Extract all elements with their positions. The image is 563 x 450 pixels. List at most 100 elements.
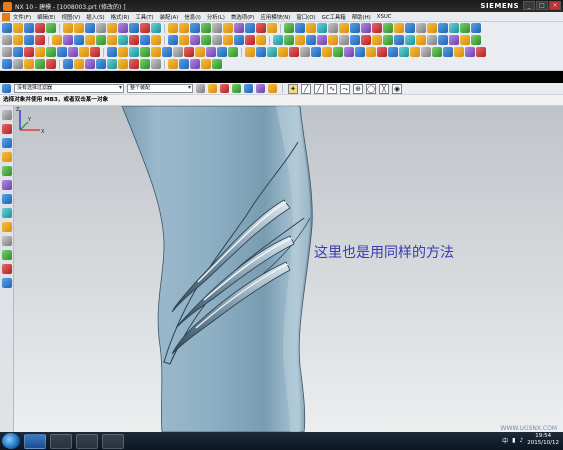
promote-body-icon[interactable] bbox=[344, 47, 354, 57]
split-body-icon[interactable] bbox=[223, 23, 233, 33]
menu-toggle-icon[interactable] bbox=[2, 84, 11, 93]
move-component-icon[interactable] bbox=[388, 47, 398, 57]
point-icon[interactable] bbox=[317, 23, 327, 33]
chamfer-icon[interactable] bbox=[179, 23, 189, 33]
assembly-constraints-icon[interactable] bbox=[377, 47, 387, 57]
save-icon[interactable] bbox=[24, 23, 34, 33]
edit-cross-section-icon[interactable] bbox=[416, 35, 426, 45]
layer-settings-icon[interactable] bbox=[361, 23, 371, 33]
redo-icon[interactable] bbox=[24, 35, 34, 45]
menu-tools[interactable]: 工具(T) bbox=[135, 13, 153, 21]
curve-edit-icon[interactable] bbox=[35, 59, 45, 69]
snap-existing-point-icon[interactable]: ◉ bbox=[392, 83, 402, 94]
text-icon[interactable] bbox=[90, 47, 100, 57]
system-materials-icon[interactable] bbox=[2, 222, 12, 232]
true-shading-icon[interactable] bbox=[179, 59, 189, 69]
polygon-icon[interactable] bbox=[68, 47, 78, 57]
menu-application[interactable]: 应用模块(N) bbox=[261, 13, 291, 21]
extract-curve-icon[interactable] bbox=[184, 47, 194, 57]
unite-icon[interactable] bbox=[129, 23, 139, 33]
sequence-icon[interactable] bbox=[443, 47, 453, 57]
delete-face-icon[interactable] bbox=[317, 35, 327, 45]
selection-scope-dropdown[interactable]: 整个装配 bbox=[127, 84, 193, 93]
constraints-icon[interactable] bbox=[13, 59, 23, 69]
sketch-icon[interactable] bbox=[46, 23, 56, 33]
manufacturing-wizards-icon[interactable] bbox=[2, 250, 12, 260]
optimize-face-icon[interactable] bbox=[394, 35, 404, 45]
subtract-icon[interactable] bbox=[140, 23, 150, 33]
graphics-window[interactable]: 这里也是用同样的方法 X Y Z WWW.UGSNX.COM bbox=[14, 106, 563, 432]
law-extension-icon[interactable] bbox=[256, 35, 266, 45]
draft-analysis-icon[interactable] bbox=[449, 35, 459, 45]
trimmed-sheet-icon[interactable] bbox=[129, 35, 139, 45]
web-browser-icon[interactable] bbox=[2, 194, 12, 204]
wcs-icon[interactable] bbox=[394, 23, 404, 33]
helix-icon[interactable] bbox=[118, 47, 128, 57]
replace-face-icon[interactable] bbox=[295, 35, 305, 45]
material-icon[interactable] bbox=[168, 59, 178, 69]
sweep-guide-icon[interactable] bbox=[311, 47, 321, 57]
assembly-navigator-icon[interactable] bbox=[2, 124, 12, 134]
i-form-icon[interactable] bbox=[179, 35, 189, 45]
fit-view-icon[interactable] bbox=[416, 23, 426, 33]
bridge-curve-icon[interactable] bbox=[195, 47, 205, 57]
cone-icon[interactable] bbox=[267, 47, 277, 57]
history-icon[interactable] bbox=[2, 208, 12, 218]
open-file-icon[interactable] bbox=[13, 23, 23, 33]
background-icon[interactable] bbox=[201, 59, 211, 69]
close-button[interactable]: × bbox=[549, 1, 561, 10]
enlarge-icon[interactable] bbox=[190, 35, 200, 45]
constraint-face-icon[interactable] bbox=[339, 35, 349, 45]
through-curve-mesh-icon[interactable] bbox=[63, 35, 73, 45]
shaded-icon[interactable] bbox=[460, 23, 470, 33]
show-hide-icon[interactable] bbox=[372, 23, 382, 33]
settings-gear-icon[interactable] bbox=[2, 110, 12, 120]
tube-icon[interactable] bbox=[289, 47, 299, 57]
replace-blend-icon[interactable] bbox=[405, 35, 415, 45]
clearance-analysis-icon[interactable] bbox=[421, 47, 431, 57]
roles-icon[interactable] bbox=[2, 264, 12, 274]
menu-assembly[interactable]: 装配(A) bbox=[160, 13, 179, 21]
emboss-icon[interactable] bbox=[273, 35, 283, 45]
styled-blend-icon[interactable] bbox=[234, 35, 244, 45]
tray-network-icon[interactable]: ▮ bbox=[512, 437, 515, 444]
divide-curve-icon[interactable] bbox=[228, 47, 238, 57]
snap-view-icon[interactable] bbox=[405, 23, 415, 33]
hole-icon[interactable] bbox=[85, 23, 95, 33]
check-geometry-icon[interactable] bbox=[465, 47, 475, 57]
edit-positioning-icon[interactable] bbox=[74, 59, 84, 69]
join-curve-icon[interactable] bbox=[206, 47, 216, 57]
menu-gc-toolkit[interactable]: GC工具箱 bbox=[322, 13, 346, 21]
offset-region-icon[interactable] bbox=[284, 35, 294, 45]
section-view-icon[interactable] bbox=[339, 23, 349, 33]
measure-distance-icon[interactable] bbox=[328, 23, 338, 33]
part-navigator-icon[interactable] bbox=[2, 152, 12, 162]
rectangle-icon[interactable] bbox=[57, 47, 67, 57]
system-scenes-icon[interactable] bbox=[2, 278, 12, 288]
snap-quadrant-icon[interactable]: ◯ bbox=[366, 83, 376, 94]
tray-volume-icon[interactable]: ♪ bbox=[519, 437, 523, 444]
wave-linker-icon[interactable] bbox=[410, 47, 420, 57]
menu-insert[interactable]: 插入(S) bbox=[86, 13, 104, 21]
pattern-feature-icon[interactable] bbox=[234, 23, 244, 33]
playback-icon[interactable] bbox=[140, 59, 150, 69]
law-curve-icon[interactable] bbox=[129, 47, 139, 57]
snap-enable-icon[interactable]: ✦ bbox=[288, 83, 298, 94]
wrap-geometry-icon[interactable] bbox=[333, 47, 343, 57]
minimize-button[interactable]: _ bbox=[523, 1, 535, 10]
wireframe-icon[interactable] bbox=[471, 23, 481, 33]
menu-edit[interactable]: 编辑(E) bbox=[37, 13, 55, 21]
section-analysis-icon[interactable] bbox=[471, 35, 481, 45]
menu-information[interactable]: 信息(I) bbox=[184, 13, 201, 21]
sphere-icon[interactable] bbox=[278, 47, 288, 57]
cylinder-icon[interactable] bbox=[256, 47, 266, 57]
swept-icon[interactable] bbox=[74, 35, 84, 45]
mirror-face-icon[interactable] bbox=[372, 35, 382, 45]
pan-view-icon[interactable] bbox=[449, 23, 459, 33]
rotate-view-icon[interactable] bbox=[438, 23, 448, 33]
extrude-icon[interactable] bbox=[63, 23, 73, 33]
intersection-curve-icon[interactable] bbox=[162, 47, 172, 57]
taskbar-app-nx-icon[interactable] bbox=[102, 433, 124, 449]
edit-object-display-icon[interactable] bbox=[383, 23, 393, 33]
snap-endpoint-icon[interactable]: ╱ bbox=[301, 83, 311, 94]
